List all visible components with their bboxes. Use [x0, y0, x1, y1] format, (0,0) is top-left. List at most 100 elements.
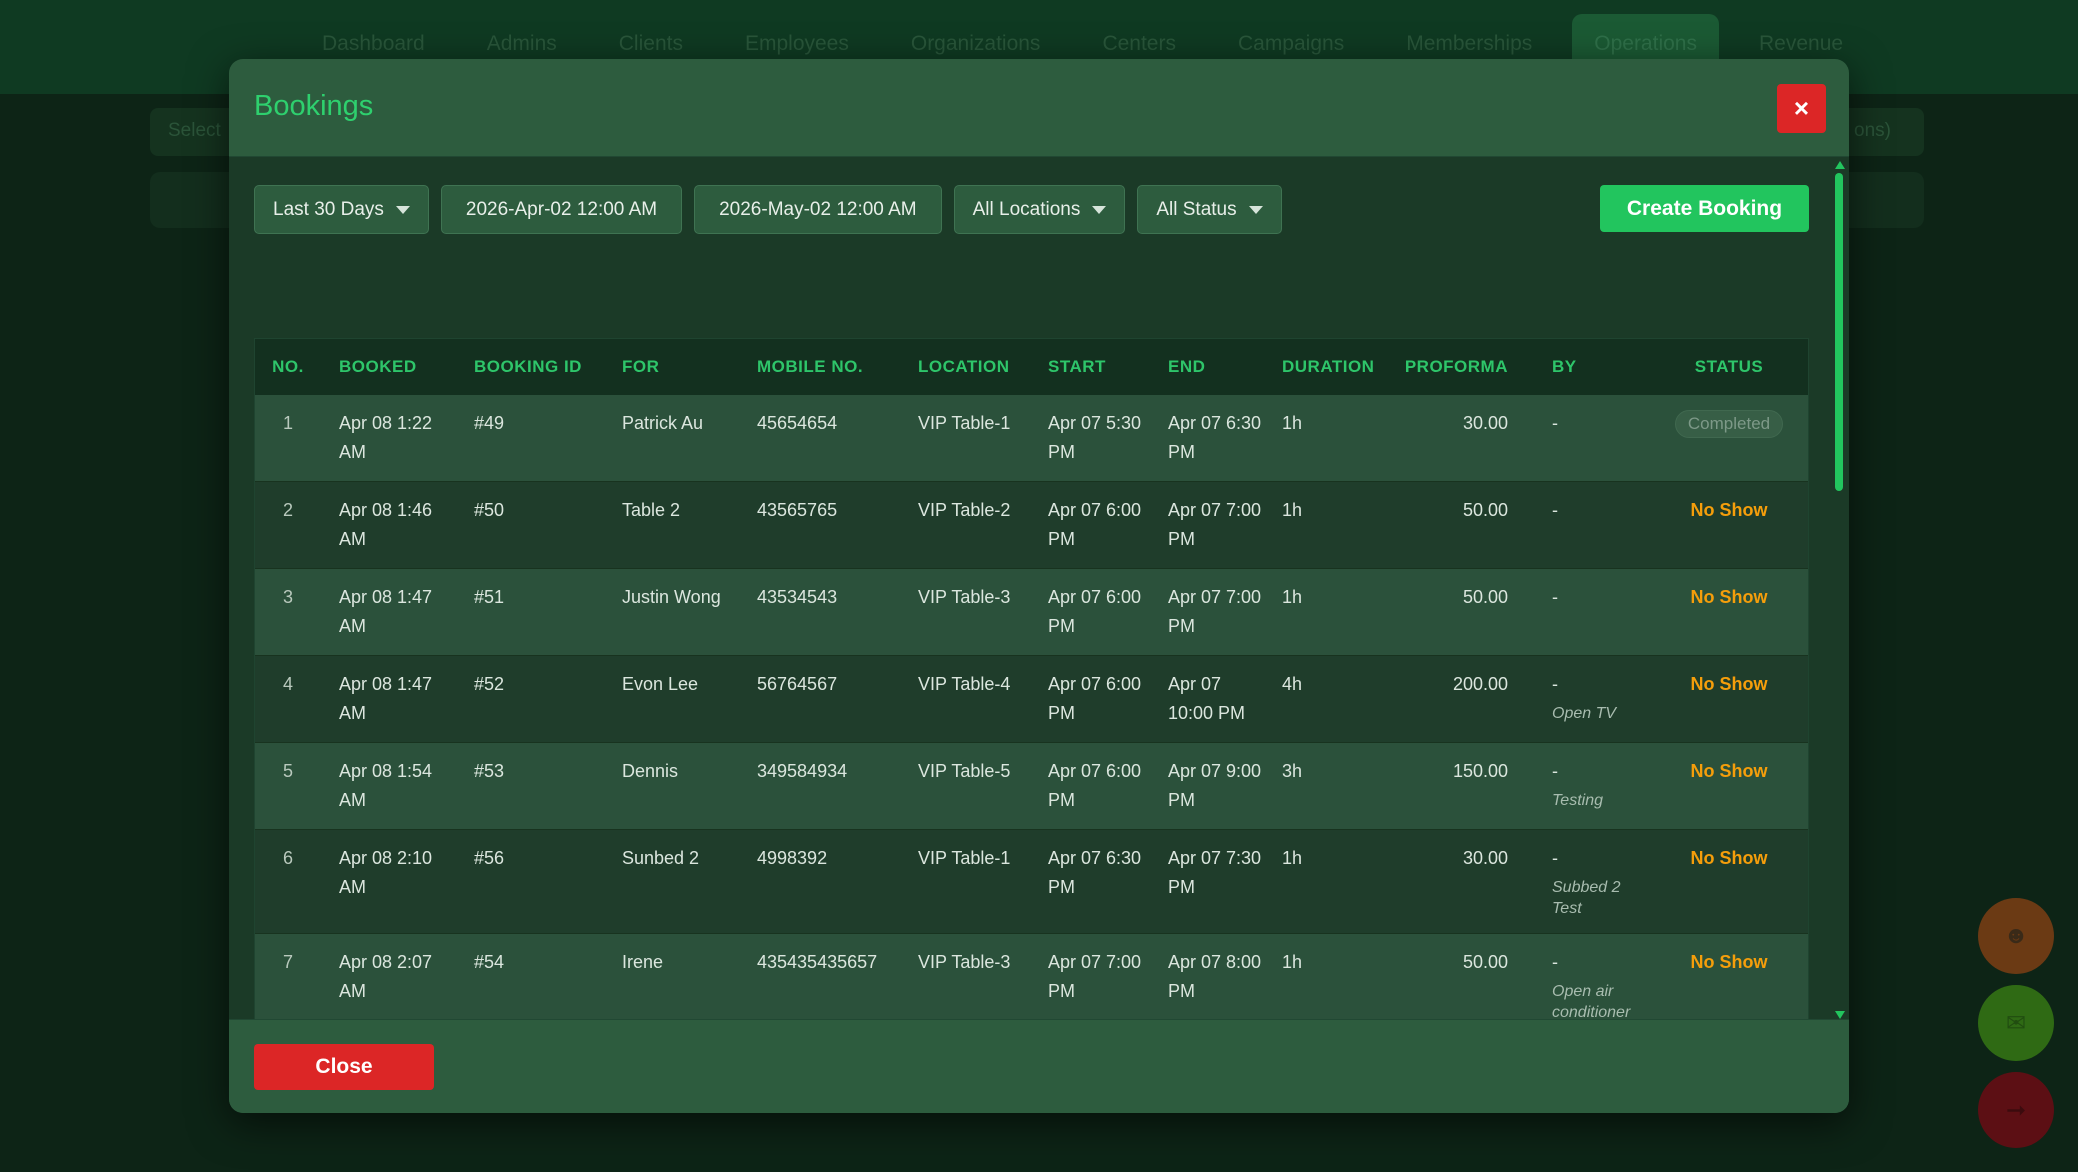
- booked-cell: Apr 08 2:10 AM: [339, 848, 433, 897]
- location-cell: VIP Table-3: [918, 587, 1011, 607]
- proforma-cell: 30.00: [1462, 848, 1508, 868]
- booking-id-cell: #53: [474, 761, 505, 781]
- table-row[interactable]: 6 Apr 08 2:10 AM #56 Sunbed 2 4998392 VIP Tab…: [255, 829, 1808, 934]
- status-badge: Completed: [1674, 410, 1784, 438]
- status-cell: Completed: [1648, 395, 1808, 482]
- duration-cell: 4h: [1282, 674, 1303, 694]
- column-header[interactable]: STATUS: [1648, 339, 1808, 395]
- column-header[interactable]: FOR: [604, 339, 739, 395]
- proforma-cell: 50.00: [1462, 587, 1508, 607]
- for-cell: Dennis: [622, 761, 679, 781]
- modal-footer: Close: [229, 1019, 1849, 1113]
- end-cell: Apr 07 10:00 PM: [1168, 674, 1246, 723]
- row-number: 4: [282, 674, 293, 694]
- booking-note: Open TV: [1552, 705, 1617, 722]
- end-cell: Apr 07 9:00 PM: [1168, 761, 1262, 810]
- booking-note: Subbed 2 Test: [1552, 879, 1621, 917]
- status-cell: No Show: [1648, 743, 1808, 830]
- booked-cell: Apr 08 1:46 AM: [339, 500, 433, 549]
- end-cell: Apr 07 7:00 PM: [1168, 500, 1262, 549]
- table-row[interactable]: 5 Apr 08 1:54 AM #53 Dennis 349584934 VIP Tab…: [255, 742, 1808, 830]
- table-row[interactable]: 3 Apr 08 1:47 AM #51 Justin Wong 43534543 VIP…: [255, 568, 1808, 656]
- row-number: 2: [282, 500, 293, 520]
- mobile-cell: 4998392: [757, 848, 828, 868]
- fab-user-icon: ☻: [1978, 898, 2054, 974]
- scroll-down-arrow-icon[interactable]: [1835, 1011, 1845, 1019]
- status-badge: No Show: [1690, 500, 1768, 520]
- by-cell: -: [1534, 482, 1648, 569]
- table-row[interactable]: 2 Apr 08 1:46 AM #50 Table 2 43565765 VIP Tab…: [255, 481, 1808, 569]
- scroll-up-arrow-icon[interactable]: [1835, 161, 1845, 169]
- table-row[interactable]: 1 Apr 08 1:22 AM #49 Patrick Au 45654654 VIP …: [255, 395, 1808, 482]
- column-header[interactable]: NO.: [255, 339, 321, 395]
- proforma-cell: 150.00: [1452, 761, 1508, 781]
- booked-cell: Apr 08 1:47 AM: [339, 674, 433, 723]
- mobile-cell: 43534543: [757, 587, 838, 607]
- location-cell: VIP Table-1: [918, 848, 1011, 868]
- mobile-cell: 349584934: [757, 761, 848, 781]
- duration-cell: 1h: [1282, 500, 1303, 520]
- by-cell: - Open TV: [1534, 656, 1648, 743]
- status-cell: No Show: [1648, 482, 1808, 569]
- location-cell: VIP Table-5: [918, 761, 1011, 781]
- location-cell: VIP Table-4: [918, 674, 1011, 694]
- range-select[interactable]: Last 30 Days: [254, 185, 429, 234]
- scrollbar-thumb[interactable]: [1835, 173, 1843, 491]
- column-header[interactable]: END: [1150, 339, 1264, 395]
- start-cell: Apr 07 5:30 PM: [1048, 413, 1142, 462]
- status-badge: No Show: [1690, 952, 1768, 972]
- by-value: -: [1552, 761, 1558, 781]
- status-cell: No Show: [1648, 656, 1808, 743]
- by-value: -: [1552, 587, 1558, 607]
- booking-note: Testing: [1552, 792, 1603, 809]
- by-value: -: [1552, 674, 1558, 694]
- fab-chat-icon: ✉: [1978, 985, 2054, 1061]
- column-header[interactable]: START: [1030, 339, 1150, 395]
- booking-id-cell: #49: [474, 413, 505, 433]
- status-cell: No Show: [1648, 569, 1808, 656]
- booking-note: Open air conditioner: [1552, 983, 1631, 1021]
- for-cell: Sunbed 2: [622, 848, 700, 868]
- chevron-down-icon: [1092, 205, 1107, 214]
- start-cell: Apr 07 6:00 PM: [1048, 587, 1142, 636]
- booking-id-cell: #51: [474, 587, 505, 607]
- duration-cell: 3h: [1282, 761, 1303, 781]
- fab-logout-icon: ➞: [1978, 1072, 2054, 1148]
- duration-cell: 1h: [1282, 413, 1303, 433]
- mobile-cell: 43565765: [757, 500, 838, 520]
- table-row[interactable]: 4 Apr 08 1:47 AM #52 Evon Lee 56764567 VIP Ta…: [255, 655, 1808, 743]
- start-cell: Apr 07 6:00 PM: [1048, 674, 1142, 723]
- range-select-label: Last 30 Days: [273, 198, 384, 220]
- date-from-input[interactable]: 2026-Apr-02 12:00 AM: [440, 185, 683, 234]
- by-value: -: [1552, 848, 1558, 868]
- column-header[interactable]: MOBILE NO.: [739, 339, 900, 395]
- location-cell: VIP Table-1: [918, 413, 1011, 433]
- duration-cell: 1h: [1282, 587, 1303, 607]
- modal-body: Last 30 Days 2026-Apr-02 12:00 AM 2026-M…: [229, 157, 1849, 1077]
- column-header[interactable]: BY: [1534, 339, 1648, 395]
- column-header[interactable]: PROFORMA: [1397, 339, 1534, 395]
- create-booking-button[interactable]: Create Booking: [1600, 185, 1809, 232]
- proforma-cell: 200.00: [1452, 674, 1508, 694]
- bookings-table: NO. BOOKED BOOKING ID FOR MOBILE NO. LOC…: [254, 338, 1809, 1073]
- row-number: 6: [282, 848, 293, 868]
- mobile-cell: 45654654: [757, 413, 838, 433]
- location-select[interactable]: All Locations: [953, 185, 1126, 234]
- status-badge: No Show: [1690, 761, 1768, 781]
- column-header[interactable]: DURATION: [1264, 339, 1397, 395]
- start-cell: Apr 07 6:30 PM: [1048, 848, 1142, 897]
- column-header[interactable]: BOOKED: [321, 339, 456, 395]
- close-icon[interactable]: ×: [1777, 84, 1826, 133]
- duration-cell: 1h: [1282, 848, 1303, 868]
- modal-scrollbar[interactable]: [1833, 161, 1845, 1019]
- close-button[interactable]: Close: [254, 1044, 434, 1090]
- date-to-input[interactable]: 2026-May-02 12:00 AM: [694, 185, 942, 234]
- location-select-label: All Locations: [972, 198, 1081, 220]
- column-header[interactable]: LOCATION: [900, 339, 1030, 395]
- column-header[interactable]: BOOKING ID: [456, 339, 604, 395]
- status-select[interactable]: All Status: [1137, 185, 1282, 234]
- mobile-cell: 56764567: [757, 674, 838, 694]
- for-cell: Evon Lee: [622, 674, 699, 694]
- proforma-cell: 50.00: [1462, 500, 1508, 520]
- status-select-label: All Status: [1156, 198, 1237, 220]
